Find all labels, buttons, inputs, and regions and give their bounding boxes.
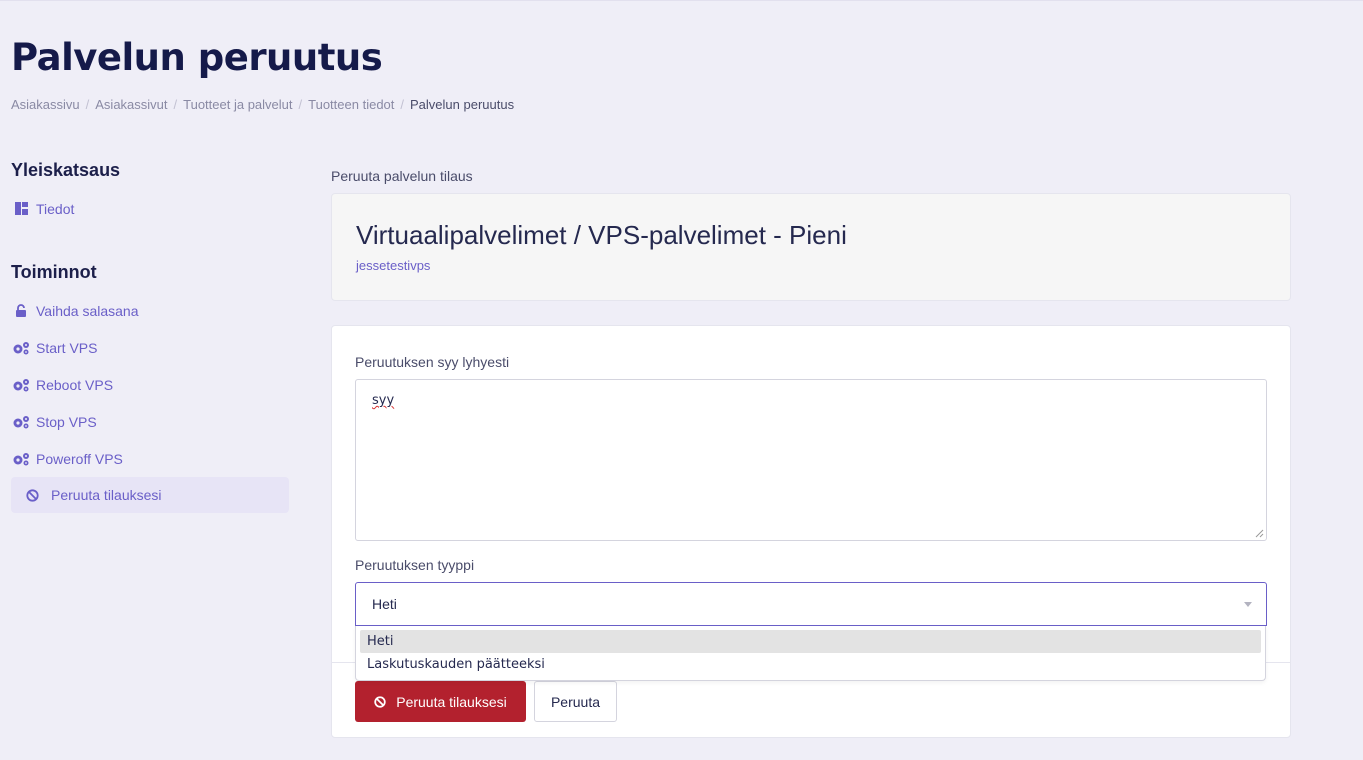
dashboard-icon <box>12 202 30 216</box>
reason-value: syy <box>372 393 395 408</box>
cancel-subscription-button[interactable]: Peruuta tilauksesi <box>355 681 526 722</box>
sidebar-item-label: Stop VPS <box>36 413 97 430</box>
ban-icon <box>23 488 41 502</box>
sidebar: Yleiskatsaus Tiedot Toiminnot Vaihda sal… <box>11 160 291 513</box>
sidebar-item-label: Start VPS <box>36 339 98 356</box>
cancellation-type-select[interactable]: Heti <box>355 582 1267 626</box>
cogs-icon <box>12 341 30 355</box>
cogs-icon <box>12 378 30 392</box>
sidebar-heading-actions: Toiminnot <box>11 262 97 282</box>
reason-label: Peruutuksen syy lyhyesti <box>355 354 510 370</box>
breadcrumb-link-home[interactable]: Asiakassivu <box>11 97 80 112</box>
sidebar-item-cancel-subscription[interactable]: Peruuta tilauksesi <box>11 477 289 513</box>
sidebar-item-stop-vps[interactable]: Stop VPS <box>11 403 291 440</box>
top-border <box>0 0 1363 1</box>
sidebar-item-tiedot[interactable]: Tiedot <box>11 190 291 227</box>
dropdown-option-immediately[interactable]: Heti <box>360 630 1261 653</box>
breadcrumb-separator: / <box>173 97 178 112</box>
reason-textarea[interactable]: syy <box>355 379 1267 541</box>
breadcrumb-separator: / <box>400 97 405 112</box>
sidebar-item-reboot-vps[interactable]: Reboot VPS <box>11 366 291 403</box>
unlock-icon <box>12 304 30 318</box>
type-label: Peruutuksen tyyppi <box>355 557 475 573</box>
ban-icon <box>374 695 386 708</box>
breadcrumb-separator: / <box>298 97 303 112</box>
sidebar-item-start-vps[interactable]: Start VPS <box>11 329 291 366</box>
breadcrumb-link-products[interactable]: Tuotteet ja palvelut <box>183 97 292 112</box>
cancellation-type-dropdown: Heti Laskutuskauden päätteeksi <box>355 626 1266 681</box>
product-card: Virtuaalipalvelimet / VPS-palvelimet - P… <box>331 193 1291 301</box>
page-title: Palvelun peruutus <box>11 36 383 79</box>
cancel-button[interactable]: Peruuta <box>534 681 617 722</box>
dropdown-option-end-of-billing[interactable]: Laskutuskauden päätteeksi <box>360 653 1261 676</box>
breadcrumb-current: Palvelun peruutus <box>410 97 515 112</box>
select-value: Heti <box>372 596 397 612</box>
sidebar-item-label: Reboot VPS <box>36 376 114 393</box>
sidebar-item-label: Poweroff VPS <box>36 450 123 467</box>
breadcrumb-link-product-details[interactable]: Tuotteen tiedot <box>308 97 394 112</box>
product-title: Virtuaalipalvelimet / VPS-palvelimet - P… <box>356 220 847 250</box>
product-hostname: jessetestivps <box>356 258 431 273</box>
sidebar-heading-overview: Yleiskatsaus <box>11 160 121 180</box>
sidebar-item-change-password[interactable]: Vaihda salasana <box>11 292 291 329</box>
cogs-icon <box>12 452 30 466</box>
resize-handle-icon[interactable] <box>1255 529 1264 538</box>
chevron-down-icon <box>1244 602 1252 607</box>
sidebar-item-label: Tiedot <box>36 200 75 217</box>
breadcrumb: Asiakassivu / Asiakassivut / Tuotteet ja… <box>11 97 514 112</box>
breadcrumb-link-client-pages[interactable]: Asiakassivut <box>95 97 167 112</box>
breadcrumb-separator: / <box>85 97 90 112</box>
sidebar-item-label: Vaihda salasana <box>36 302 139 319</box>
cogs-icon <box>12 415 30 429</box>
section-label: Peruuta palvelun tilaus <box>331 168 473 184</box>
button-label: Peruuta tilauksesi <box>396 693 507 710</box>
sidebar-item-label: Peruuta tilauksesi <box>51 487 162 503</box>
sidebar-item-poweroff-vps[interactable]: Poweroff VPS <box>11 440 291 477</box>
